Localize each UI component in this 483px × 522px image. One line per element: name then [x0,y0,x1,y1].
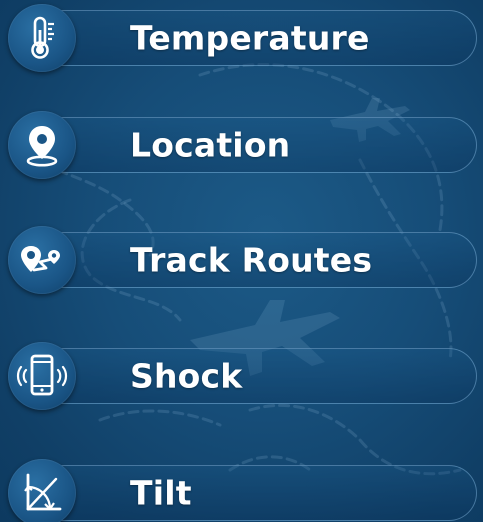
thermometer-icon [8,4,76,72]
menu-item-label: Temperature [130,18,370,58]
menu-item-label: Tilt [130,473,192,513]
menu-item-shock[interactable]: Shock [0,338,483,414]
menu-item-label: Location [130,125,291,165]
menu-item-temperature[interactable]: Temperature [0,0,483,76]
menu-item-label: Shock [130,356,243,396]
app-screen: Temperature Location Track Routes Shock … [0,0,483,522]
menu-item-pill[interactable] [46,348,477,404]
menu-item-track-routes[interactable]: Track Routes [0,222,483,298]
route-icon [8,226,76,294]
location-pin-icon [8,111,76,179]
menu-item-location[interactable]: Location [0,107,483,183]
vibrating-phone-icon [8,342,76,410]
menu-item-pill[interactable] [46,465,477,521]
menu-item-label: Track Routes [130,240,373,280]
menu-item-tilt[interactable]: Tilt [0,455,483,522]
tilt-angle-icon [8,459,76,522]
